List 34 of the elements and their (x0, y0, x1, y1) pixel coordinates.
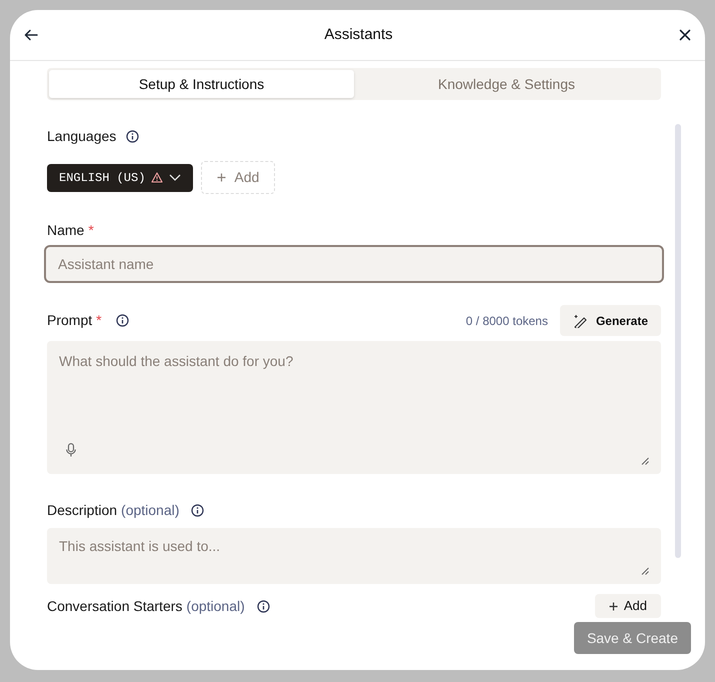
token-count: 0 / 8000 tokens (466, 312, 548, 330)
field-label: Prompt (47, 311, 92, 330)
microphone-icon (66, 443, 76, 457)
plus-icon (217, 173, 226, 182)
info-icon (116, 314, 129, 327)
name-input-field[interactable]: Assistant name (44, 245, 664, 283)
required-asterisk: * (96, 311, 102, 330)
magic-wand-icon (572, 314, 588, 328)
warning-icon (151, 172, 164, 183)
required-asterisk: * (88, 221, 94, 240)
tab[interactable]: Knowledge & Settings (354, 70, 659, 98)
plus-icon (608, 602, 618, 610)
back-arrow-icon (24, 29, 38, 41)
optional-note: (optional) (121, 501, 180, 520)
optional-note: (optional) (186, 596, 245, 616)
close-icon (678, 29, 691, 41)
field-label: Languages (47, 127, 116, 146)
resize-grip-icon (641, 567, 649, 575)
prompt-text-area[interactable]: What should the assistant do for you? (47, 341, 661, 474)
language-dropdown[interactable]: ENGLISH (US) (47, 164, 194, 192)
field-label: Name (47, 221, 84, 240)
generate-button[interactable]: Generate (560, 305, 661, 336)
window-title: Assistants (324, 24, 393, 45)
field-label: Description (47, 501, 118, 520)
info-icon (191, 504, 204, 517)
info-icon (256, 600, 270, 612)
chevron-down-icon (169, 174, 182, 181)
resize-grip-icon (641, 457, 649, 465)
add-language-button[interactable]: Add (201, 161, 276, 194)
add-starter-button[interactable]: Add (594, 594, 661, 618)
tab[interactable]: Setup & Instructions (49, 70, 354, 98)
field-label: Conversation Starters (47, 596, 182, 616)
description-text-area[interactable]: This assistant is used to... (47, 528, 661, 584)
info-icon (126, 130, 140, 143)
